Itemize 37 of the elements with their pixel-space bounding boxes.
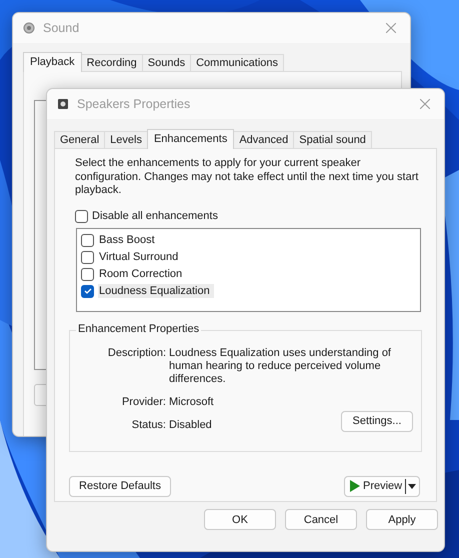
settings-button[interactable]: Settings... [341, 410, 413, 432]
close-icon[interactable] [420, 99, 430, 109]
restore-defaults-button[interactable]: Restore Defaults [69, 476, 171, 496]
window-title: Speakers Properties [77, 97, 192, 111]
tab[interactable]: Communications [190, 54, 284, 71]
checkbox[interactable] [81, 250, 94, 264]
dialog-button[interactable]: OK [204, 509, 276, 530]
list-item[interactable]: Room Correction [98, 267, 186, 281]
checkbox-label[interactable]: Disable all enhancements [92, 210, 218, 222]
list-item[interactable]: Loudness Equalization [98, 284, 214, 298]
list-item[interactable]: Virtual Surround [98, 250, 182, 264]
preview-button[interactable]: Preview [344, 476, 420, 496]
list-item[interactable]: Bass Boost [98, 233, 159, 247]
tab[interactable]: Spatial sound [293, 131, 372, 148]
field-label: Description: [106, 346, 166, 360]
checkbox[interactable] [81, 234, 94, 246]
dialog-button[interactable]: Apply [366, 509, 438, 530]
close-icon[interactable] [386, 23, 396, 33]
field-value: Loudness Equalization uses understanding of human hearing to reduce perceived volume differences. [169, 346, 392, 386]
field-value: Disabled [169, 418, 212, 432]
group-title: Enhancement Properties [76, 322, 202, 334]
checkbox[interactable] [75, 210, 88, 222]
tab[interactable]: Playback [23, 52, 82, 72]
tab[interactable]: General [54, 131, 106, 148]
caret-icon[interactable] [408, 484, 416, 488]
field-label: Provider: [120, 396, 166, 408]
tab[interactable]: Recording [80, 54, 143, 71]
field-value: Microsoft [169, 396, 214, 408]
dialog-button[interactable]: Cancel [285, 509, 357, 530]
play-icon [350, 480, 360, 492]
intro-text: Select the enhancements to apply for your current speaker configuration. Changes may not take effect until the next time you start playback. [75, 157, 420, 198]
checkbox[interactable] [81, 284, 94, 298]
checkmark-icon [82, 286, 92, 296]
field-label: Status: [130, 418, 166, 432]
checkbox[interactable] [81, 268, 94, 280]
tab[interactable]: Enhancements [146, 129, 234, 149]
window-title: Sound [43, 21, 80, 35]
